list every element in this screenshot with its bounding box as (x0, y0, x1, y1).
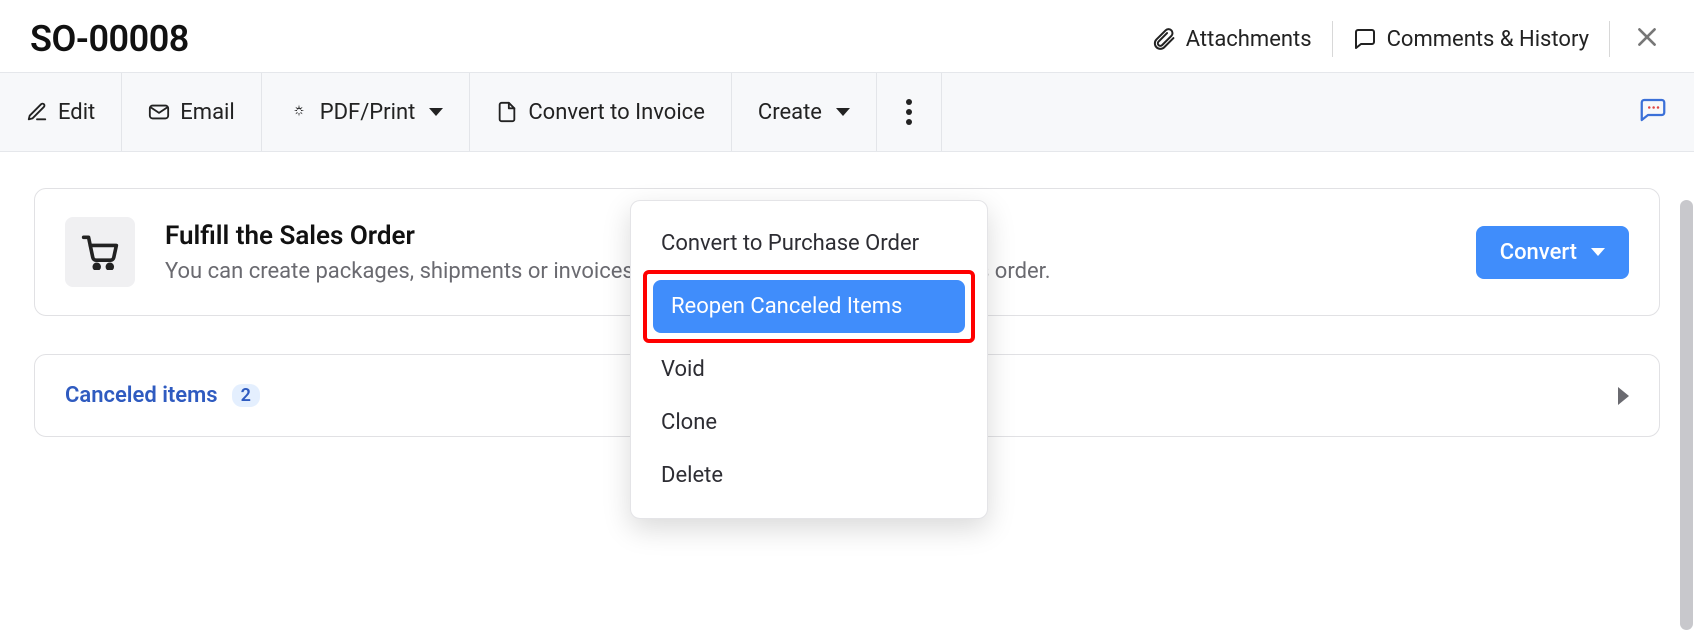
close-icon (1634, 24, 1660, 50)
pdf-label: PDF/Print (320, 100, 416, 125)
comment-icon (1353, 27, 1377, 51)
canceled-items-count: 2 (232, 384, 260, 407)
chat-button[interactable] (1632, 89, 1674, 135)
convert-button[interactable]: Convert (1476, 226, 1629, 279)
paperclip-icon (1152, 27, 1176, 51)
close-button[interactable] (1630, 20, 1664, 58)
page-title: SO-00008 (30, 18, 189, 60)
menu-item-reopen-canceled[interactable]: Reopen Canceled Items (653, 280, 965, 333)
mail-icon (148, 101, 170, 123)
canceled-items-label: Canceled items (65, 383, 218, 408)
page-header: SO-00008 Attachments Comments & History (0, 0, 1694, 72)
email-button[interactable]: Email (122, 73, 261, 151)
chevron-down-icon (1591, 248, 1605, 256)
chat-ellipsis-icon (1638, 95, 1668, 125)
comments-history-button[interactable]: Comments & History (1353, 27, 1589, 52)
convert-invoice-label: Convert to Invoice (528, 100, 705, 125)
edit-button[interactable]: Edit (0, 73, 122, 151)
header-actions: Attachments Comments & History (1152, 20, 1664, 58)
create-label: Create (758, 100, 822, 125)
menu-item-delete[interactable]: Delete (643, 449, 975, 502)
menu-item-convert-po[interactable]: Convert to Purchase Order (643, 217, 975, 270)
toolbar-right (1612, 73, 1694, 151)
attachments-button[interactable]: Attachments (1152, 27, 1312, 52)
edit-label: Edit (58, 100, 95, 125)
pencil-icon (26, 101, 48, 123)
menu-item-clone[interactable]: Clone (643, 396, 975, 449)
chevron-down-icon (836, 108, 850, 116)
chevron-down-icon (429, 108, 443, 116)
canceled-items-left: Canceled items 2 (65, 383, 260, 408)
more-vertical-icon (905, 98, 913, 126)
vertical-scrollbar[interactable] (1680, 200, 1693, 630)
cart-icon (80, 234, 120, 270)
create-button[interactable]: Create (732, 73, 877, 151)
divider (1332, 21, 1333, 57)
convert-button-label: Convert (1500, 240, 1577, 265)
comments-label: Comments & History (1387, 27, 1589, 52)
chevron-right-icon (1618, 387, 1629, 405)
email-label: Email (180, 100, 234, 125)
action-toolbar: Edit Email PDF/Print Convert to Invoice … (0, 72, 1694, 152)
convert-to-invoice-button[interactable]: Convert to Invoice (470, 73, 732, 151)
more-actions-menu: Convert to Purchase Order Reopen Cancele… (630, 200, 988, 519)
divider (1609, 21, 1610, 57)
more-actions-button[interactable] (877, 73, 942, 151)
pdf-icon (288, 101, 310, 123)
menu-item-reopen-canceled-highlight: Reopen Canceled Items (643, 270, 975, 343)
cart-icon-box (65, 217, 135, 287)
attachments-label: Attachments (1186, 27, 1312, 52)
file-icon (496, 101, 518, 123)
menu-item-void[interactable]: Void (643, 343, 975, 396)
pdf-print-button[interactable]: PDF/Print (262, 73, 471, 151)
